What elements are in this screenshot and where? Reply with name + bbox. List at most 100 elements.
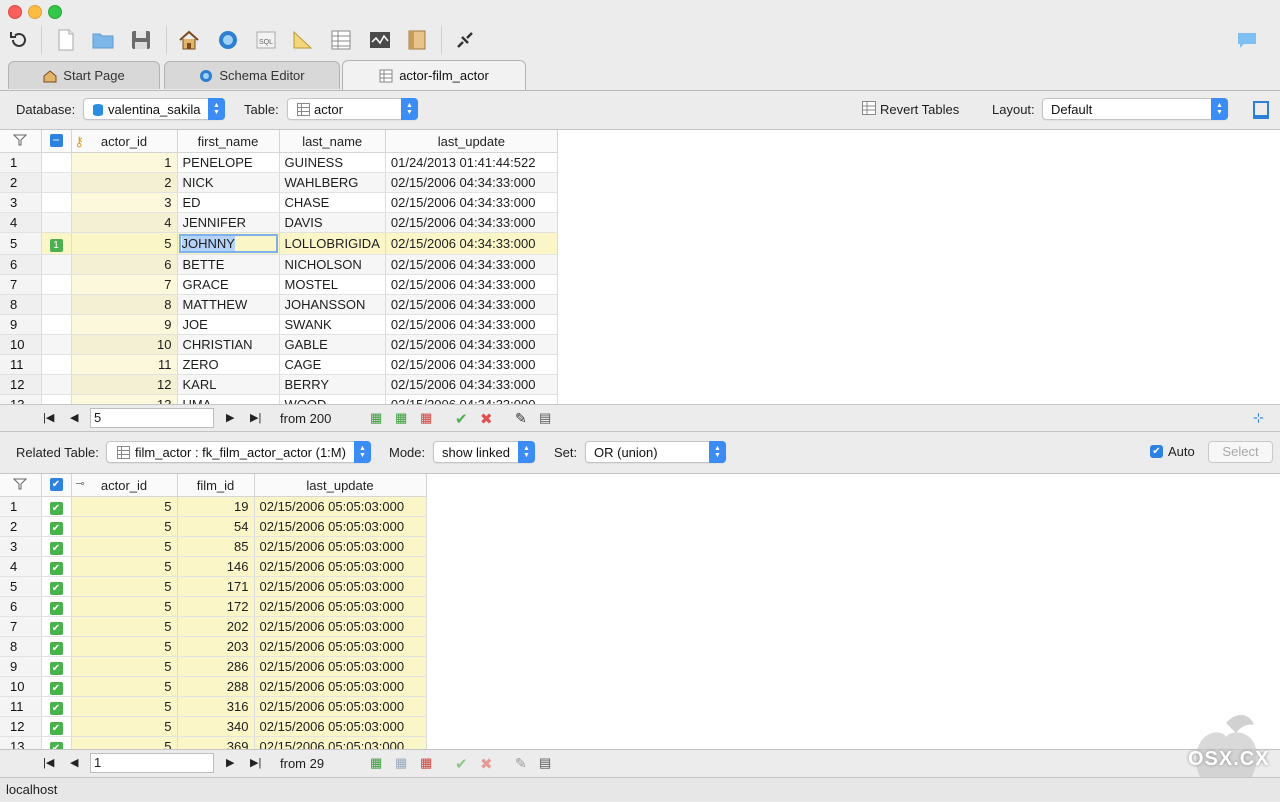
first-record-icon[interactable]: |◀ xyxy=(43,411,54,424)
column-header[interactable]: last_name xyxy=(279,130,386,153)
revert-tables-button[interactable]: Revert Tables xyxy=(862,101,959,118)
cell-actor-id[interactable]: 5 xyxy=(71,576,178,597)
cell-first-name[interactable]: PENELOPE xyxy=(177,152,280,173)
add-record-icon[interactable]: ▦ xyxy=(370,410,386,426)
save-icon[interactable] xyxy=(128,27,154,53)
cell-actor-id[interactable]: 5 xyxy=(71,496,178,517)
record-number-input[interactable]: 1 xyxy=(90,753,214,773)
panel-toggle-icon[interactable] xyxy=(1253,101,1269,119)
cell-first-name[interactable]: CHRISTIAN xyxy=(177,334,280,355)
cell-film-id[interactable]: 54 xyxy=(177,516,255,537)
row-checkbox[interactable]: ✔ xyxy=(41,496,72,517)
chart-icon[interactable] xyxy=(367,27,393,53)
edit-icon[interactable]: ✎ xyxy=(515,410,531,426)
chat-icon[interactable] xyxy=(1234,27,1260,53)
form-view-icon[interactable]: ▤ xyxy=(539,755,555,771)
minimize-window-button[interactable] xyxy=(28,5,42,19)
row-checkbox[interactable]: ✔ xyxy=(41,536,72,557)
cell-last-name[interactable]: SWANK xyxy=(279,314,386,335)
select-all-checkbox[interactable]: − ⚷ xyxy=(41,130,84,153)
table-row[interactable]: 3 3 ED CHASE 02/15/2006 04:34:33:000 xyxy=(0,192,558,213)
row-checkbox[interactable]: ✔ xyxy=(41,556,72,577)
cell-last-update[interactable]: 02/15/2006 04:34:33:000 xyxy=(385,354,558,375)
table-row[interactable]: 10 10 CHRISTIAN GABLE 02/15/2006 04:34:33:00… xyxy=(0,334,558,355)
split-view-icon[interactable]: ⊹ xyxy=(1253,410,1269,426)
cancel-changes-icon[interactable]: ✖ xyxy=(480,755,496,773)
cell-last-update[interactable]: 02/15/2006 05:05:03:000 xyxy=(254,496,427,517)
cell-actor-id[interactable]: 9 xyxy=(71,314,178,335)
row-checkbox[interactable]: ✔ xyxy=(41,656,72,677)
table-row[interactable]: 3 ✔ 5 85 02/15/2006 05:05:03:000 xyxy=(0,536,427,557)
cell-first-name[interactable]: ED xyxy=(177,192,280,213)
column-header[interactable]: last_update xyxy=(254,474,427,497)
tab-start-page[interactable]: Start Page xyxy=(8,61,160,89)
cell-actor-id[interactable]: 6 xyxy=(71,254,178,275)
row-marker[interactable] xyxy=(41,314,72,335)
cell-first-name[interactable]: NICK xyxy=(177,172,280,193)
duplicate-record-icon[interactable]: ▦ xyxy=(395,755,411,771)
select-all-checkbox[interactable]: ✔ ⊸ xyxy=(41,474,85,497)
duplicate-record-icon[interactable]: ▦ xyxy=(395,410,411,426)
cell-actor-id[interactable]: 5 xyxy=(71,232,178,255)
row-marker[interactable] xyxy=(41,172,72,193)
cell-last-update[interactable]: 02/15/2006 04:34:33:000 xyxy=(385,334,558,355)
report-icon[interactable] xyxy=(404,27,430,53)
filter-icon[interactable] xyxy=(0,474,42,497)
row-checkbox[interactable]: ✔ xyxy=(41,596,72,617)
table-row[interactable]: 10 ✔ 5 288 02/15/2006 05:05:03:000 xyxy=(0,676,427,697)
cell-last-update[interactable]: 02/15/2006 05:05:03:000 xyxy=(254,676,427,697)
cell-last-update[interactable]: 02/15/2006 04:34:33:000 xyxy=(385,172,558,193)
cell-actor-id[interactable]: 4 xyxy=(71,212,178,233)
table-row[interactable]: 12 12 KARL BERRY 02/15/2006 04:34:33:000 xyxy=(0,374,558,395)
cell-last-name[interactable]: GUINESS xyxy=(279,152,386,173)
table-row[interactable]: 11 ✔ 5 316 02/15/2006 05:05:03:000 xyxy=(0,696,427,717)
cell-film-id[interactable]: 171 xyxy=(177,576,255,597)
row-marker[interactable] xyxy=(41,254,72,275)
close-window-button[interactable] xyxy=(8,5,22,19)
cell-film-id[interactable]: 203 xyxy=(177,636,255,657)
table-row[interactable]: 8 ✔ 5 203 02/15/2006 05:05:03:000 xyxy=(0,636,427,657)
first-record-icon[interactable]: |◀ xyxy=(43,756,54,769)
cell-last-update[interactable]: 02/15/2006 05:05:03:000 xyxy=(254,636,427,657)
add-record-icon[interactable]: ▦ xyxy=(370,755,386,771)
cell-actor-id[interactable]: 5 xyxy=(71,536,178,557)
row-checkbox[interactable]: ✔ xyxy=(41,736,72,750)
cell-first-name[interactable]: ZERO xyxy=(177,354,280,375)
table-row[interactable]: 13 ✔ 5 369 02/15/2006 05:05:03:000 xyxy=(0,736,427,750)
cell-last-name[interactable]: BERRY xyxy=(279,374,386,395)
connect-icon[interactable] xyxy=(452,27,478,53)
table-row[interactable]: 9 ✔ 5 286 02/15/2006 05:05:03:000 xyxy=(0,656,427,677)
table-row[interactable]: 5 ✔ 5 171 02/15/2006 05:05:03:000 xyxy=(0,576,427,597)
accept-changes-icon[interactable]: ✔ xyxy=(455,410,471,428)
row-checkbox[interactable]: ✔ xyxy=(41,676,72,697)
table-row[interactable]: 1 ✔ 5 19 02/15/2006 05:05:03:000 xyxy=(0,496,427,517)
cell-film-id[interactable]: 316 xyxy=(177,696,255,717)
table-row[interactable]: 4 ✔ 5 146 02/15/2006 05:05:03:000 xyxy=(0,556,427,577)
cell-last-update[interactable]: 02/15/2006 04:34:33:000 xyxy=(385,374,558,395)
row-marker[interactable] xyxy=(41,192,72,213)
row-marker[interactable] xyxy=(41,274,72,295)
cell-last-update[interactable]: 02/15/2006 05:05:03:000 xyxy=(254,556,427,577)
table-row[interactable]: 7 7 GRACE MOSTEL 02/15/2006 04:34:33:000 xyxy=(0,274,558,295)
delete-record-icon[interactable]: ▦ xyxy=(420,410,436,426)
cell-last-update[interactable]: 02/15/2006 05:05:03:000 xyxy=(254,576,427,597)
row-checkbox[interactable]: ✔ xyxy=(41,516,72,537)
cell-actor-id[interactable]: 10 xyxy=(71,334,178,355)
cell-first-name[interactable]: KARL xyxy=(177,374,280,395)
cell-last-name[interactable]: MOSTEL xyxy=(279,274,386,295)
cell-last-name[interactable]: DAVIS xyxy=(279,212,386,233)
cell-first-name[interactable]: JENNIFER xyxy=(177,212,280,233)
last-record-icon[interactable]: ▶| xyxy=(250,756,261,769)
row-marker[interactable] xyxy=(41,212,72,233)
row-checkbox[interactable]: ✔ xyxy=(41,616,72,637)
column-header[interactable]: film_id xyxy=(177,474,255,497)
row-marker[interactable] xyxy=(41,354,72,375)
cell-film-id[interactable]: 202 xyxy=(177,616,255,637)
cell-first-name[interactable]: JOHNNY xyxy=(177,232,280,255)
row-marker[interactable] xyxy=(41,334,72,355)
cell-actor-id[interactable]: 5 xyxy=(71,556,178,577)
cell-last-update[interactable]: 02/15/2006 05:05:03:000 xyxy=(254,536,427,557)
table-row[interactable]: 7 ✔ 5 202 02/15/2006 05:05:03:000 xyxy=(0,616,427,637)
cell-film-id[interactable]: 286 xyxy=(177,656,255,677)
cell-last-update[interactable]: 02/15/2006 05:05:03:000 xyxy=(254,516,427,537)
